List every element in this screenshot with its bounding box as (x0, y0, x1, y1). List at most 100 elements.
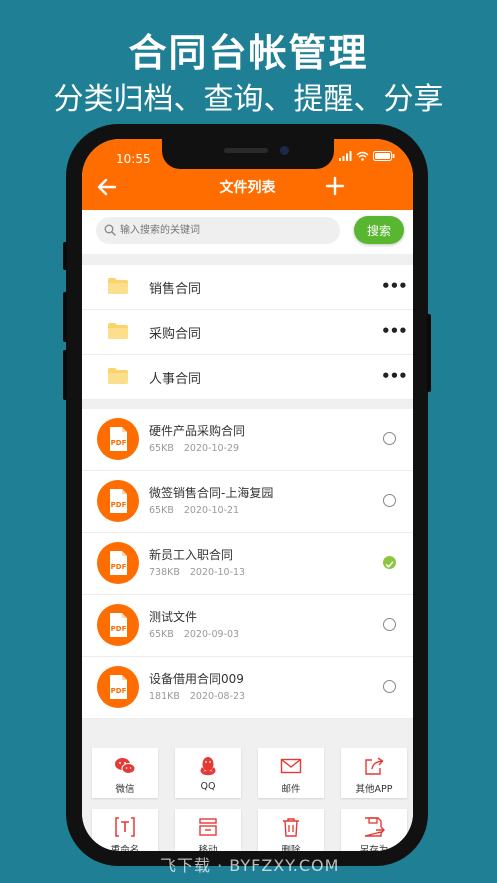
save-as-icon (364, 817, 385, 837)
pdf-icon: PDF (97, 604, 139, 646)
share-wechat-button[interactable]: 微信 (92, 748, 158, 798)
select-radio[interactable] (383, 680, 396, 693)
move-button[interactable]: 移动 (175, 809, 241, 851)
file-date: 2020-10-13 (189, 567, 246, 578)
action-label: 其他APP (355, 784, 393, 795)
select-radio-checked[interactable] (383, 556, 396, 569)
pdf-icon-label: PDF (111, 625, 127, 633)
rename-button[interactable]: 重命名 (92, 809, 158, 851)
folder-icon (108, 323, 128, 339)
file-meta: 65KB 2020-10-21 (149, 505, 249, 516)
action-panel: 微信 QQ 邮件 其他APP 重命名 移动 删除 另存为 (82, 733, 413, 851)
plus-icon[interactable] (323, 174, 347, 198)
phone-side-button (63, 292, 67, 342)
file-meta: 65KB 2020-09-03 (149, 629, 249, 640)
file-name: 硬件产品采购合同 (149, 424, 246, 438)
battery-icon (373, 151, 395, 161)
file-item[interactable]: PDF 设备借用合同009 181KB 2020-08-23 (82, 657, 413, 719)
file-list: PDF 硬件产品采购合同 65KB 2020-10-29 PDF 微签销售合同-上… (82, 409, 413, 719)
action-label: 邮件 (281, 784, 301, 795)
search-input[interactable] (96, 217, 340, 244)
pdf-icon: PDF (97, 418, 139, 460)
phone-side-button (427, 314, 431, 392)
pdf-icon: PDF (97, 480, 139, 522)
action-label: 另存为 (359, 845, 389, 851)
action-label: QQ (200, 781, 216, 792)
file-meta: 65KB 2020-10-29 (149, 443, 249, 454)
phone-frame: 10:55 文件列表 搜索 销售合同 ••• 采购合同 (63, 124, 431, 866)
more-icon[interactable]: ••• (381, 322, 408, 340)
status-icons (339, 151, 395, 161)
pdf-icon: PDF (97, 542, 139, 584)
speaker (224, 148, 268, 153)
file-date: 2020-10-29 (183, 443, 240, 454)
folder-name: 采购合同 (149, 327, 202, 342)
action-label: 移动 (198, 845, 218, 851)
file-item[interactable]: PDF 新员工入职合同 738KB 2020-10-13 (82, 533, 413, 595)
file-date: 2020-10-21 (183, 505, 240, 516)
front-camera (280, 146, 289, 155)
move-icon (199, 818, 217, 836)
pdf-icon-label: PDF (111, 687, 127, 695)
check-icon (385, 561, 394, 568)
phone-side-button (63, 350, 67, 400)
file-item[interactable]: PDF 微签销售合同-上海复园 65KB 2020-10-21 (82, 471, 413, 533)
folder-icon (108, 368, 128, 384)
phone-side-button (63, 242, 67, 270)
more-icon[interactable]: ••• (381, 367, 408, 385)
file-size: 65KB (149, 443, 174, 454)
delete-button[interactable]: 删除 (258, 809, 324, 851)
file-item[interactable]: PDF 硬件产品采购合同 65KB 2020-10-29 (82, 409, 413, 471)
file-name: 微签销售合同-上海复园 (149, 486, 274, 500)
action-label: 重命名 (110, 845, 140, 851)
file-size: 738KB (149, 567, 180, 578)
file-size: 65KB (149, 505, 174, 516)
pdf-icon-label: PDF (111, 563, 127, 571)
select-radio[interactable] (383, 618, 396, 631)
pdf-icon-label: PDF (111, 439, 127, 447)
search-icon (104, 224, 116, 236)
share-other-app-button[interactable]: 其他APP (341, 748, 407, 798)
file-size: 65KB (149, 629, 174, 640)
select-radio[interactable] (383, 432, 396, 445)
wechat-icon (115, 758, 136, 774)
folder-item[interactable]: 采购合同 ••• (82, 310, 413, 355)
promo-subtitle: 分类归档、查询、提醒、分享 (53, 82, 444, 117)
save-as-button[interactable]: 另存为 (341, 809, 407, 851)
rename-icon (115, 817, 135, 837)
folder-item[interactable]: 人事合同 ••• (82, 355, 413, 400)
pdf-icon: PDF (97, 666, 139, 708)
more-icon[interactable]: ••• (381, 277, 408, 295)
app-screen: 10:55 文件列表 搜索 销售合同 ••• 采购合同 (82, 139, 413, 851)
wifi-icon (356, 151, 369, 161)
watermark: 飞下载 · BYFZXY.COM (160, 856, 340, 875)
folder-name: 销售合同 (149, 282, 202, 297)
share-qq-button[interactable]: QQ (175, 748, 241, 798)
search-button[interactable]: 搜索 (354, 216, 404, 244)
search-bar: 搜索 (82, 210, 413, 254)
folder-icon (108, 278, 128, 294)
file-item[interactable]: PDF 测试文件 65KB 2020-09-03 (82, 595, 413, 657)
promo-title: 合同台帐管理 (128, 31, 369, 75)
action-label: 删除 (281, 845, 301, 851)
notch (162, 139, 334, 169)
select-radio[interactable] (383, 494, 396, 507)
mail-icon (280, 758, 302, 774)
folder-name: 人事合同 (149, 372, 202, 387)
file-meta: 738KB 2020-10-13 (149, 567, 255, 578)
qq-icon (200, 757, 216, 776)
file-date: 2020-08-23 (189, 691, 246, 702)
folder-item[interactable]: 销售合同 ••• (82, 265, 413, 310)
file-name: 测试文件 (149, 610, 198, 624)
share-icon (365, 757, 384, 775)
status-time: 10:55 (116, 152, 151, 166)
share-mail-button[interactable]: 邮件 (258, 748, 324, 798)
file-date: 2020-09-03 (183, 629, 240, 640)
file-size: 181KB (149, 691, 180, 702)
pdf-icon-label: PDF (111, 501, 127, 509)
page-title: 文件列表 (219, 180, 276, 196)
signal-icon (339, 151, 352, 161)
file-name: 新员工入职合同 (149, 548, 234, 562)
file-meta: 181KB 2020-08-23 (149, 691, 255, 702)
trash-icon (283, 818, 299, 837)
